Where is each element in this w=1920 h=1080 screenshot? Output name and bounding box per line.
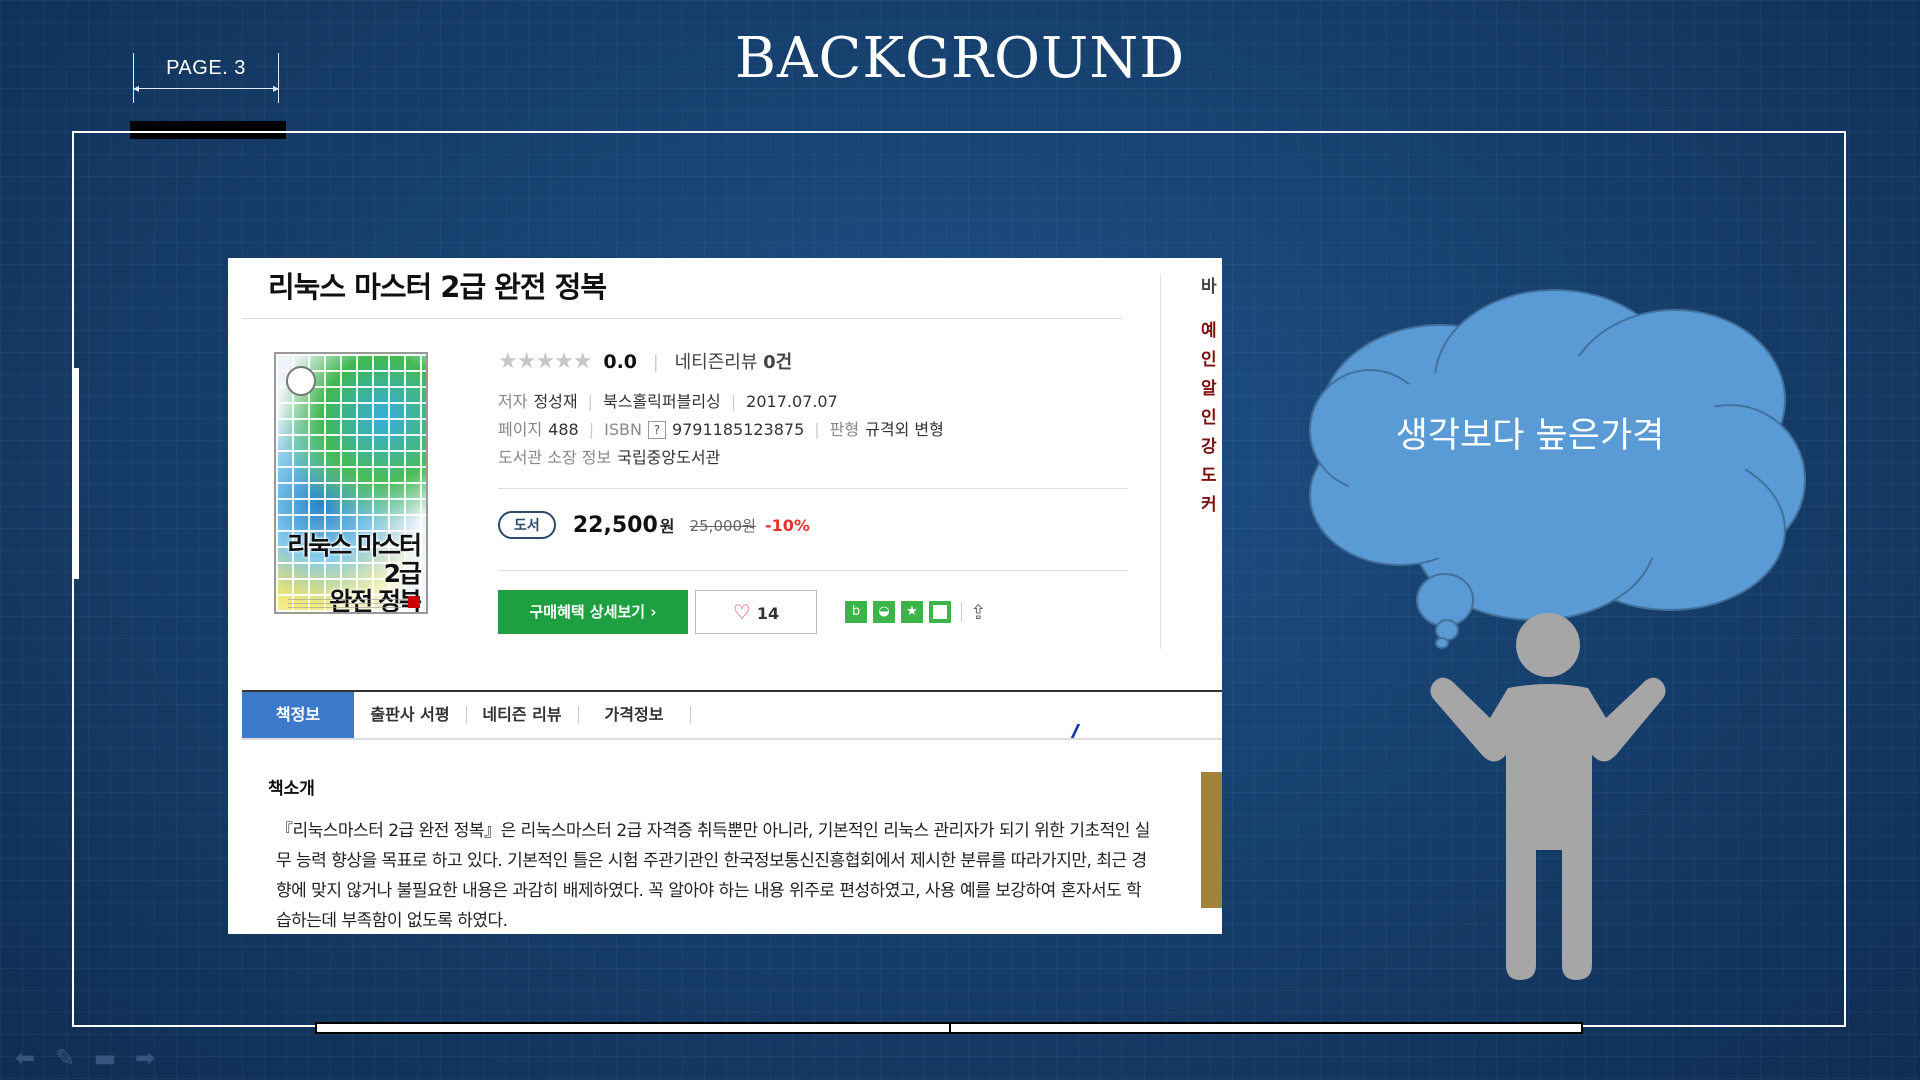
review-label: 네티즌리뷰: [674, 352, 758, 373]
rating-score: 0.0: [603, 351, 638, 373]
side-menu-item[interactable]: 바: [1201, 272, 1222, 316]
slide-title: BACKGROUND: [734, 26, 1186, 91]
back-arrow-icon[interactable]: ⬅: [10, 1044, 40, 1072]
discount-rate: -10%: [764, 515, 810, 535]
library-link[interactable]: 국립중앙도서관: [617, 448, 720, 467]
purchase-benefit-button[interactable]: 구매혜택 상세보기 ›: [498, 590, 688, 634]
tab-book-info[interactable]: 책정보: [242, 692, 354, 738]
thought-cloud: [1309, 289, 1806, 649]
side-banner[interactable]: [1201, 772, 1222, 908]
side-menu: 바 예 인 알 인 강 도 커: [1201, 272, 1222, 519]
star-rating-icon: ★★★★★: [498, 349, 593, 374]
divider: [242, 318, 1122, 319]
review-count[interactable]: 0건: [763, 352, 792, 373]
library-label: 도서관 소장 정보: [498, 448, 612, 467]
pen-icon[interactable]: ✎: [50, 1044, 80, 1072]
intro-text: 『리눅스마스터 2급 완전 정복』은 리눅스마스터 2급 자격증 취득뿐만 아니…: [276, 821, 1150, 931]
shrugging-person-icon: [1430, 613, 1666, 980]
book-cover-image[interactable]: 리눅스 마스터 2급완전 정복: [274, 352, 428, 614]
book-title: 리눅스 마스터 2급 완전 정복: [268, 270, 607, 304]
help-icon[interactable]: ?: [647, 421, 666, 439]
share-icons: b ◒ ★ ⇪: [845, 600, 987, 624]
isbn-value: 9791185123875: [671, 420, 805, 439]
cover-text-lines: [288, 596, 414, 608]
thought-text: 생각보다 높은가격: [1395, 416, 1665, 456]
price-row: 도서 22,500 원 25,000원 -10%: [498, 511, 810, 539]
format-value: 규격외 변형: [865, 420, 944, 439]
publish-date: 2017.07.07: [746, 392, 838, 411]
side-menu-item[interactable]: 도: [1201, 461, 1222, 490]
sale-price: 22,500: [572, 512, 658, 538]
detail-row: 페이지 488 | ISBN? 9791185123875 | 판형 규격외 변형: [498, 420, 944, 439]
intro-heading: 책소개: [268, 779, 315, 799]
price-unit: 원: [659, 517, 675, 536]
rating-row: ★★★★★ 0.0 | 네티즌리뷰 0건: [498, 349, 793, 374]
page-number: PAGE. 3: [166, 57, 246, 79]
pages-label: 페이지: [498, 420, 543, 439]
tab-netizen-review[interactable]: 네티즌 리뷰: [466, 692, 578, 738]
share-icon[interactable]: ⇪: [970, 600, 987, 624]
author-row: 저자 정성재 | 북스홀릭퍼블리싱 | 2017.07.07: [498, 392, 838, 411]
format-tag: 도서: [498, 511, 556, 539]
book-page-screenshot: 리눅스 마스터 2급 완전 정복 바 예 인 알 인 강 도 커 리눅스 마스터…: [228, 258, 1222, 934]
divider: [1160, 274, 1161, 649]
divider: [498, 488, 1128, 489]
side-menu-item[interactable]: 인: [1201, 403, 1222, 432]
original-price: 25,000원: [689, 516, 756, 535]
format-label: 판형: [829, 420, 860, 439]
page-count: 488: [548, 420, 579, 439]
side-menu-item[interactable]: 커: [1201, 490, 1222, 519]
library-row: 도서관 소장 정보 국립중앙도서관: [498, 444, 720, 468]
isbn-label: ISBN: [604, 420, 642, 439]
forward-arrow-icon[interactable]: ➡: [130, 1044, 160, 1072]
like-button[interactable]: ♡ 14: [695, 590, 817, 634]
like-count: 14: [756, 604, 780, 623]
author-link[interactable]: 정성재: [533, 392, 577, 411]
tab-price-info[interactable]: 가격정보: [578, 692, 690, 738]
publisher-logo: [408, 596, 420, 608]
blog-share-icon[interactable]: b: [845, 601, 867, 623]
slides-icon[interactable]: ▬: [90, 1044, 120, 1072]
cover-badge: [286, 366, 316, 396]
frame-bottom-bar: [315, 1022, 1583, 1034]
bookmark-star-icon[interactable]: ★: [901, 601, 923, 623]
cafe-share-icon[interactable]: ◒: [873, 601, 895, 623]
page-label: ◂ ▸ PAGE. 3: [133, 53, 279, 103]
tab-publisher-review[interactable]: 출판사 서평: [354, 692, 466, 738]
frame-left-accent: [73, 368, 79, 579]
side-menu-item[interactable]: 강: [1201, 432, 1222, 461]
slideshow-toolbar: ⬅ ✎ ▬ ➡: [10, 1044, 170, 1072]
divider: [498, 570, 1128, 571]
memo-share-icon[interactable]: [929, 601, 951, 623]
side-menu-item[interactable]: 인: [1201, 345, 1222, 374]
heart-icon: ♡: [732, 600, 751, 624]
author-label: 저자: [498, 392, 528, 411]
publisher-link[interactable]: 북스홀릭퍼블리싱: [603, 392, 721, 411]
side-menu-item[interactable]: 알: [1201, 374, 1222, 403]
side-menu-item[interactable]: 예: [1201, 316, 1222, 345]
